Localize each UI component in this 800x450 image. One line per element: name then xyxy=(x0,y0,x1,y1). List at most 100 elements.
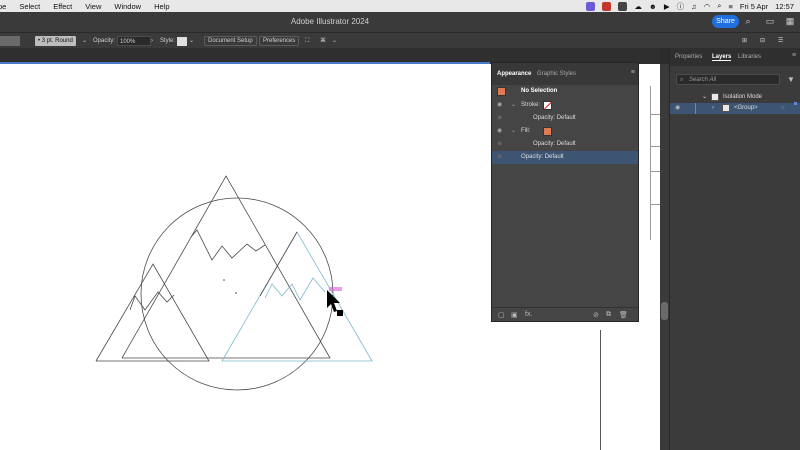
menu-effect[interactable]: Effect xyxy=(53,2,72,11)
left-snowline[interactable] xyxy=(129,291,175,311)
eye-icon[interactable]: ◉ xyxy=(497,99,505,112)
window-title: Adobe Illustrator 2024 xyxy=(290,17,370,26)
chevron-down-icon[interactable]: ⌄ xyxy=(82,36,87,46)
opacity-label[interactable]: Opacity: xyxy=(521,154,543,160)
selection-indicator xyxy=(794,102,797,105)
tab-appearance[interactable]: Appearance xyxy=(497,71,531,77)
menu-view[interactable]: View xyxy=(85,2,101,11)
date[interactable]: Fri 5 Apr xyxy=(740,2,768,11)
vertical-scrollbar[interactable] xyxy=(660,64,669,450)
layer-thumbnail xyxy=(711,93,719,101)
group-label: <Group> xyxy=(734,105,758,111)
center-mountain[interactable] xyxy=(121,175,331,359)
opacity-label: Opacity: xyxy=(93,38,116,44)
play-icon[interactable]: ▶ xyxy=(664,2,670,11)
screen-record-icon[interactable] xyxy=(586,1,596,11)
right-mountain[interactable] xyxy=(221,231,373,362)
tab-properties[interactable]: Properties xyxy=(675,54,702,60)
duplicate-item-icon[interactable]: ⧉ xyxy=(606,311,611,319)
fill-opacity-row[interactable]: ◉ Opacity: Default xyxy=(492,138,638,151)
chevron-right-icon[interactable]: › xyxy=(712,103,714,114)
chevron-down-icon[interactable]: ⌄ xyxy=(189,36,194,46)
panel-menu-icon[interactable]: ☰ xyxy=(778,36,783,46)
stroke-opacity-label[interactable]: Opacity: xyxy=(533,115,555,121)
filter-icon[interactable]: ▼ xyxy=(787,75,795,84)
left-mountain[interactable] xyxy=(95,263,210,362)
info-icon[interactable]: ⓘ xyxy=(677,1,685,12)
menu-window[interactable]: Window xyxy=(114,2,141,11)
stroke-profile-value: 3 pt. Round xyxy=(41,38,73,44)
eye-icon[interactable]: ◉ xyxy=(497,151,505,164)
dot-icon: • xyxy=(38,38,41,44)
search-icon[interactable]: ⌕ xyxy=(717,1,721,11)
grid-status-icon[interactable] xyxy=(618,1,628,11)
chevron-down-icon[interactable]: ⌄ xyxy=(511,99,516,112)
stroke-opacity-row[interactable]: ◉ Opacity: Default xyxy=(492,112,638,125)
search-icon: ⌕ xyxy=(680,77,684,83)
menu-select[interactable]: Select xyxy=(19,2,40,11)
stroke-row[interactable]: ◉ ⌄ Stroke: xyxy=(492,99,638,112)
arrange-windows-icon[interactable]: ▭ xyxy=(765,16,775,26)
opacity-field[interactable]: 100% xyxy=(117,36,151,46)
artboard-edge xyxy=(600,330,601,450)
time[interactable]: 12:57 xyxy=(775,2,794,11)
add-effect-icon[interactable]: fx. xyxy=(525,311,532,318)
tab-layers[interactable]: Layers xyxy=(712,54,732,61)
dock-tabs: Properties Layers Libraries ≡ xyxy=(670,48,800,66)
artboard-edge-ruler xyxy=(650,86,661,240)
share-button[interactable]: Share xyxy=(712,15,739,28)
tab-libraries[interactable]: Libraries xyxy=(738,54,761,60)
face-status-icon[interactable]: ☻ xyxy=(649,2,657,11)
eye-icon[interactable]: ◉ xyxy=(497,125,505,138)
center-snowline[interactable] xyxy=(190,229,266,261)
eye-icon[interactable]: ◉ xyxy=(497,138,505,151)
eye-icon[interactable]: ◉ xyxy=(497,112,505,125)
menu-type[interactable]: pe xyxy=(0,2,6,11)
trash-icon[interactable]: 🗑 xyxy=(619,311,628,319)
search-icon[interactable]: ⌕ xyxy=(743,16,753,26)
headphones-icon[interactable]: ♫ xyxy=(691,2,697,11)
isolation-mode-row[interactable]: ⌄ Isolation Mode xyxy=(670,92,800,103)
stroke-swatch[interactable] xyxy=(543,101,552,110)
chevron-down-icon[interactable]: ⌄ xyxy=(702,92,707,103)
control-center-icon[interactable]: ≡ xyxy=(728,2,732,11)
group-thumbnail xyxy=(722,104,730,112)
appearance-panel: Appearance Graphic Styles ≡ No Selection… xyxy=(491,62,639,322)
clear-appearance-icon[interactable]: ⊘ xyxy=(593,311,599,319)
app-status-icon[interactable] xyxy=(602,1,612,11)
menu-help[interactable]: Help xyxy=(154,2,169,11)
chevron-right-icon[interactable]: › xyxy=(151,36,153,46)
opacity-row[interactable]: ◉ Opacity: Default xyxy=(492,151,638,164)
add-stroke-icon[interactable]: ▢ xyxy=(498,311,505,319)
fill-swatch[interactable] xyxy=(543,127,552,136)
fill-opacity-value: Default xyxy=(556,141,576,147)
distribute-icon[interactable]: ⊟ xyxy=(760,36,765,46)
wifi-icon[interactable]: ◠ xyxy=(704,2,711,11)
workspace-icon[interactable]: ▦ xyxy=(785,16,795,26)
chevron-down-icon[interactable]: ⌄ xyxy=(332,36,337,46)
fill-opacity-label[interactable]: Opacity: xyxy=(533,141,555,147)
document-setup-button[interactable]: Document Setup xyxy=(204,36,257,46)
align-icon[interactable]: ⊞ xyxy=(742,36,747,46)
group-layer-row[interactable]: ◉ › <Group> ○ xyxy=(670,102,800,114)
add-fill-icon[interactable]: ▣ xyxy=(511,311,518,319)
fill-row[interactable]: ◉ ⌄ Fill: xyxy=(492,125,638,138)
search-placeholder: Search All xyxy=(689,77,717,83)
creative-cloud-icon[interactable]: ☁ xyxy=(634,2,642,11)
tab-graphic-styles[interactable]: Graphic Styles xyxy=(537,71,576,77)
transform-icon[interactable]: ⌘ xyxy=(320,36,326,46)
layers-search-input[interactable]: ⌕ Search All xyxy=(676,74,780,85)
eye-icon[interactable]: ◉ xyxy=(675,103,680,114)
target-circle-icon[interactable]: ○ xyxy=(781,103,785,114)
variable-width-profile[interactable]: • 3 pt. Round xyxy=(35,36,76,46)
smart-guide-label xyxy=(329,287,342,291)
stroke-weight-field[interactable] xyxy=(0,36,20,46)
style-swatch[interactable] xyxy=(177,37,187,46)
scrollbar-thumb[interactable] xyxy=(661,302,668,320)
right-dock: Properties Layers Libraries ≡ ⌕ Search A… xyxy=(669,48,800,450)
preferences-button[interactable]: Preferences xyxy=(259,36,300,46)
panel-menu-icon[interactable]: ≡ xyxy=(792,52,796,59)
panel-menu-icon[interactable]: ≡ xyxy=(631,69,635,76)
select-similar-icon[interactable]: ⛶ xyxy=(305,36,309,46)
chevron-down-icon[interactable]: ⌄ xyxy=(511,125,516,138)
